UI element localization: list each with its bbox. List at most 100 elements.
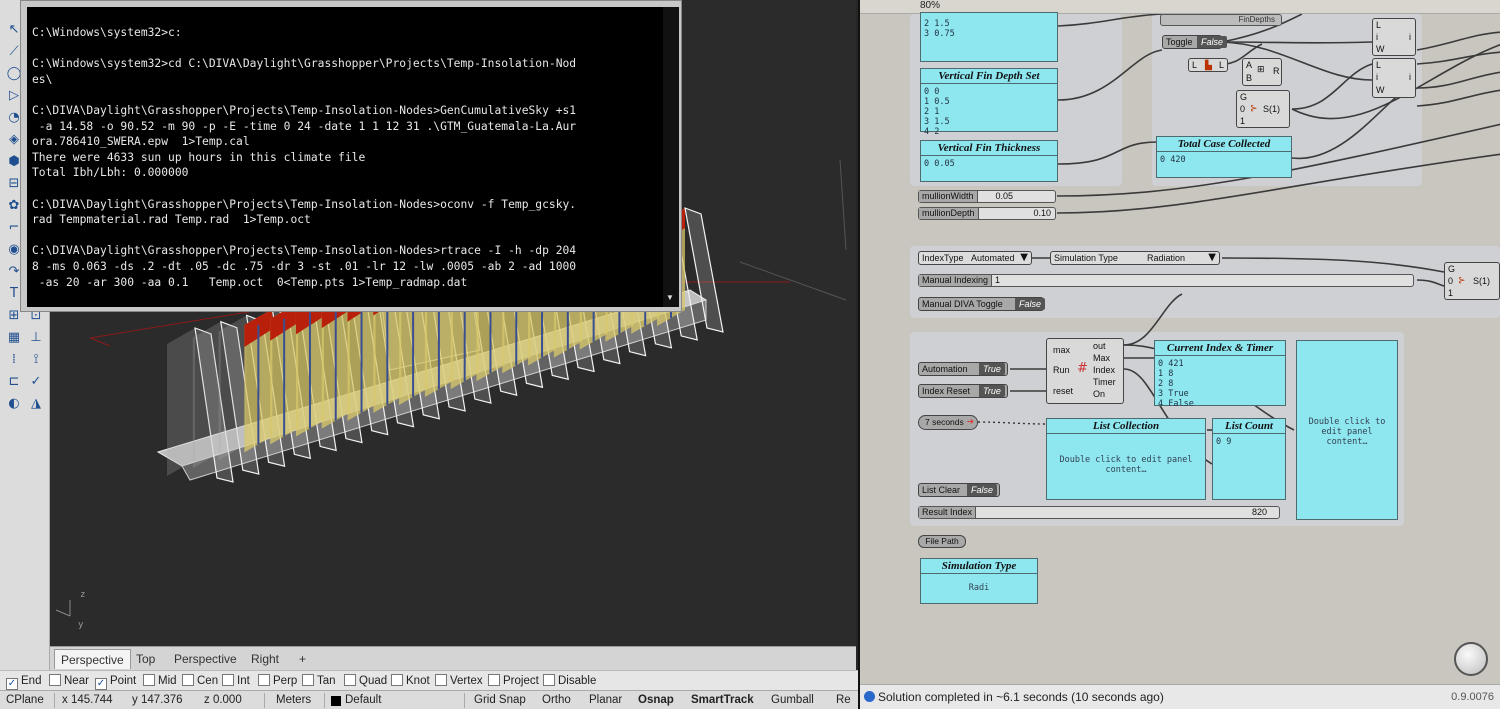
osnap-tan[interactable]: Tan [302, 673, 336, 689]
units-label[interactable]: Meters [276, 693, 311, 708]
stream-gate-component[interactable]: G 0 1 ⊱ S(1) [1236, 90, 1290, 128]
osnap-checkbox[interactable] [435, 674, 447, 686]
slider-manual-indexing[interactable]: Manual Indexing 1 [918, 274, 1414, 287]
list-item-component-1[interactable]: L i W i [1372, 18, 1416, 56]
osnap-project[interactable]: Project [488, 673, 539, 689]
tab-top[interactable]: Top [130, 649, 161, 669]
osnap-checkbox[interactable] [143, 674, 155, 686]
check-icon[interactable]: ✓ [26, 372, 46, 392]
analyze-icon[interactable]: ⟟ [26, 350, 46, 370]
coord-z: z 0.000 [204, 694, 242, 706]
osnap-end[interactable]: ✓ End [6, 673, 41, 690]
dropdown-index-type[interactable]: IndexType Automated ▼ [918, 251, 1032, 265]
layer-label[interactable]: Default [345, 693, 381, 708]
panel-total-case-collected[interactable]: Total Case Collected 0 420 [1156, 136, 1292, 178]
slider-result-index[interactable]: Result Index 820 [918, 506, 1280, 519]
osnap-label: Cen [197, 675, 219, 687]
panel-vertical-fin-thickness[interactable]: Vertical Fin Thickness 0 0.05 [920, 140, 1058, 182]
osnap-cen[interactable]: Cen [182, 673, 218, 689]
material-icon[interactable]: ◮ [26, 394, 46, 414]
osnap-checkbox[interactable] [543, 674, 555, 686]
osnap-mid[interactable]: Mid [143, 673, 177, 689]
osnap-int[interactable]: Int [222, 673, 250, 689]
osnap-quad[interactable]: Quad [344, 673, 387, 689]
toggle-manual-diva[interactable]: Manual DIVA Toggle False [918, 297, 1046, 311]
smarttrack-button[interactable]: SmartTrack [691, 693, 754, 708]
record-history-button[interactable]: Re [836, 693, 851, 708]
tab-right[interactable]: Right [245, 649, 285, 669]
toggle-index-reset[interactable]: Index Reset True [918, 384, 1008, 398]
list-length-component[interactable]: L ▙ L [1188, 58, 1228, 72]
timer-component[interactable]: 7 seconds ➔ [918, 415, 978, 430]
osnap-button[interactable]: Osnap [638, 693, 674, 708]
osnap-checkbox[interactable] [488, 674, 500, 686]
stream-gate-component-2[interactable]: G 0 1 ⊱ S(1) [1444, 262, 1500, 300]
cplane-label[interactable]: CPlane [6, 693, 44, 708]
panel-list-collection[interactable]: List Collection Double click to edit pan… [1046, 418, 1206, 500]
panel-vertical-fin-depth-set[interactable]: Vertical Fin Depth Set 0 01 0.5 2 13 1.5 4… [920, 68, 1058, 137]
rhino-window: ↖ ⟋ ◯ ▷ ◔ ◈ ⬢ ⊟ ✿ ⌐ ◉ ↷ T ⊞ ⊡ ▦ ⊥ ⁞ ⟟ ⊏ … [0, 0, 858, 709]
panel-item: 0 421 [1158, 359, 1184, 369]
slider-value: 0.10 [1033, 208, 1051, 218]
panel-item: 0 0.05 [924, 159, 955, 169]
add-tab-icon[interactable]: + [293, 649, 312, 669]
scroll-down-icon[interactable]: ▼ [666, 293, 676, 303]
dimension-icon[interactable]: ⊥ [26, 328, 46, 348]
osnap-label: Disable [558, 675, 597, 687]
terminal-scrollbar[interactable]: ▼ [663, 7, 679, 307]
list-item-component-2[interactable]: L i W i [1372, 58, 1416, 98]
osnap-perp[interactable]: Perp [258, 673, 297, 689]
layer-icon[interactable]: ▦ [4, 328, 24, 348]
osnap-near[interactable]: Near [49, 673, 89, 689]
osnap-vertex[interactable]: Vertex [435, 673, 483, 689]
panel-top-values[interactable]: 2 1.5 3 0.75 [920, 12, 1058, 62]
panel-top-values-text: 2 1.5 3 0.75 [924, 19, 1054, 39]
osnap-checkbox[interactable] [344, 674, 356, 686]
pipe-icon[interactable]: ⊏ [4, 372, 24, 392]
addition-component[interactable]: A B ⊞ R [1242, 58, 1282, 86]
osnap-knot[interactable]: Knot [391, 673, 430, 689]
command-prompt-window[interactable]: C:\Windows\system32>c: C:\Windows\system… [20, 0, 682, 312]
tab-perspective-2[interactable]: Perspective [168, 649, 243, 669]
render-icon[interactable]: ◐ [4, 394, 24, 414]
axis-y-label: y [78, 620, 84, 630]
panel-simulation-type[interactable]: Simulation Type Radi [920, 558, 1038, 604]
slider-mullion-depth[interactable]: mullionDepth 0.10 [918, 207, 1056, 220]
slider-mullion-width[interactable]: mullionWidth 0.05 [918, 190, 1056, 203]
toggle-fin[interactable]: Toggle False [1162, 35, 1228, 49]
coord-y: y 147.376 [132, 694, 183, 706]
gumball-button[interactable]: Gumball [771, 693, 814, 708]
planar-button[interactable]: Planar [589, 693, 622, 708]
tab-perspective[interactable]: Perspective [54, 649, 131, 669]
osnap-disable[interactable]: Disable [543, 673, 596, 689]
osnap-point[interactable]: ✓ Point [95, 673, 136, 690]
python-script-component[interactable]: max Run reset # out Max Index Timer On [1046, 338, 1124, 404]
ortho-button[interactable]: Ortho [542, 693, 571, 708]
panel-current-index-timer[interactable]: Current Index & Timer 0 421 1 82 83 True 4… [1154, 340, 1286, 409]
gh-navigation-icon[interactable] [1454, 642, 1488, 676]
osnap-checkbox[interactable] [391, 674, 403, 686]
panel-empty-large[interactable]: Double click to edit panel content… [1296, 340, 1398, 520]
osnap-checkbox[interactable] [182, 674, 194, 686]
osnap-checkbox[interactable]: ✓ [6, 678, 18, 690]
dropdown-simulation-type[interactable]: Simulation Type Radiation ▼ [1050, 251, 1220, 265]
toggle-automation[interactable]: Automation True [918, 362, 1008, 376]
gh-canvas[interactable]: 2 1.5 3 0.75 Vertical Fin Depth Set 0 01 … [862, 12, 1500, 684]
osnap-checkbox[interactable] [49, 674, 61, 686]
toggle-list-clear[interactable]: List Clear False [918, 483, 1000, 497]
panel-fin-depth-values: 0 01 0.5 2 13 1.5 4 2 [924, 87, 1054, 137]
panel-title: Current Index & Timer [1155, 341, 1285, 356]
osnap-checkbox[interactable] [258, 674, 270, 686]
osnap-checkbox[interactable] [222, 674, 234, 686]
panel-list-count[interactable]: List Count 0 9 [1212, 418, 1286, 500]
array-icon[interactable]: ⁞ [4, 350, 24, 370]
file-path-param[interactable]: File Path [918, 535, 966, 548]
terminal-line: C:\DIVA\Daylight\Grasshopper\Projects\Te… [32, 244, 577, 258]
terminal-line: C:\DIVA\Daylight\Grasshopper\Projects\Te… [32, 197, 577, 211]
osnap-checkbox[interactable] [302, 674, 314, 686]
osnap-checkbox[interactable]: ✓ [95, 678, 107, 690]
fin-depths-param[interactable]: FinDepths [1160, 14, 1282, 26]
zoom-level[interactable]: 80% [920, 0, 940, 12]
grid-snap-button[interactable]: Grid Snap [474, 693, 526, 708]
